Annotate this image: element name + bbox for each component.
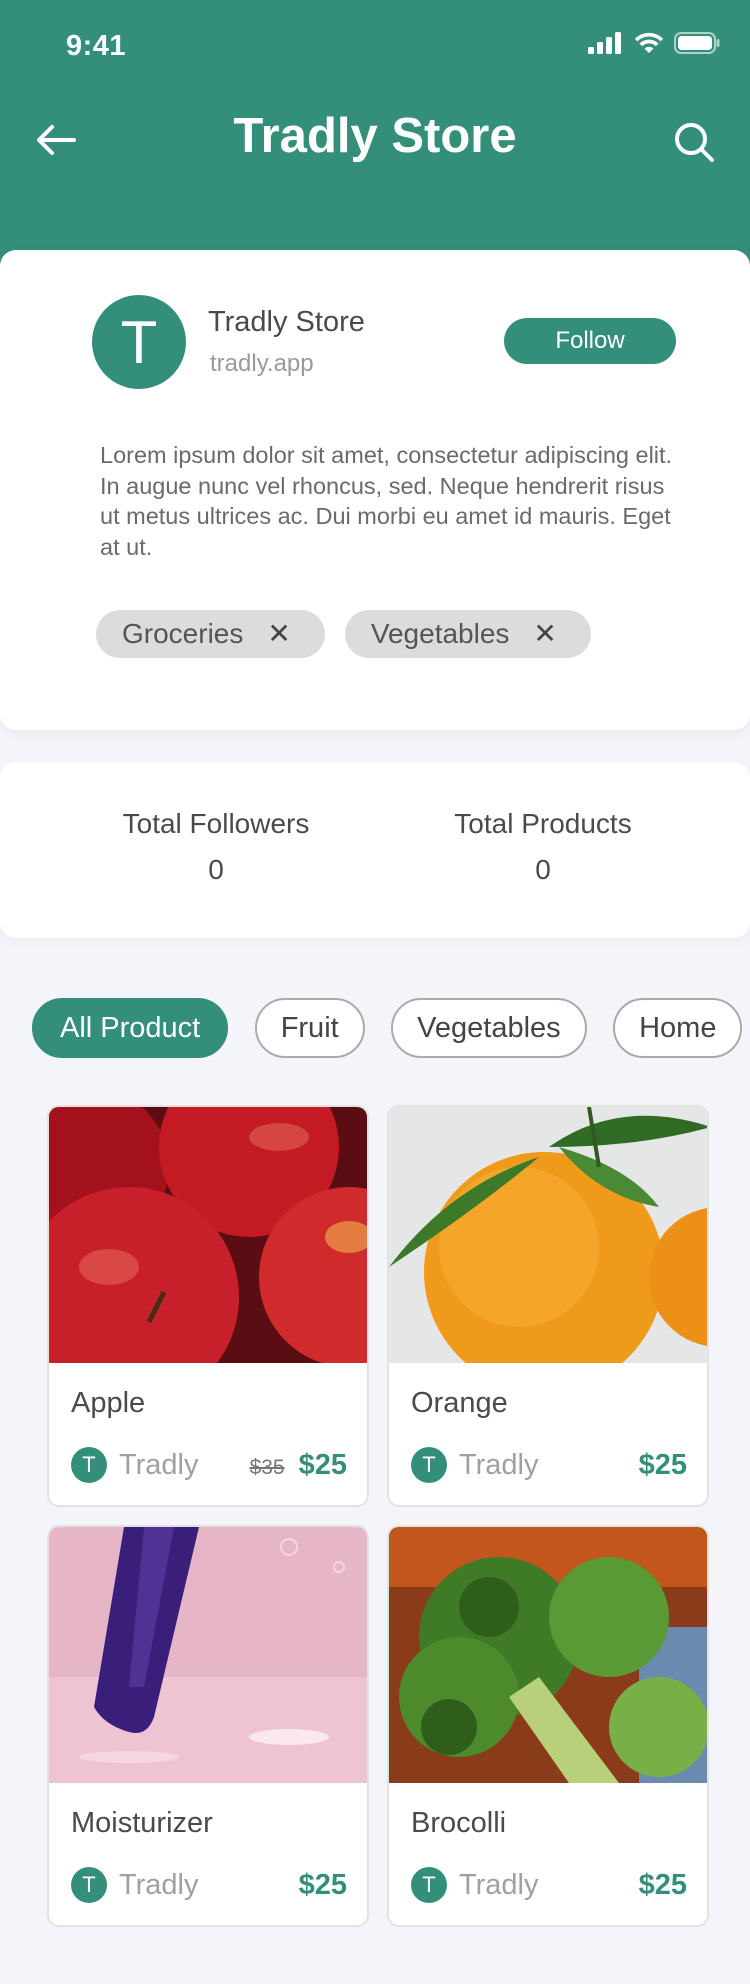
tag-label: Groceries <box>122 618 244 649</box>
product-seller: T Tradly <box>411 1447 539 1483</box>
product-card-apple[interactable]: Apple T Tradly $35 $25 <box>47 1105 369 1507</box>
seller-name: Tradly <box>119 1448 199 1481</box>
signal-icon <box>588 32 621 54</box>
product-prices: $25 <box>299 1869 347 1902</box>
search-button[interactable] <box>666 114 722 170</box>
nav-bar: Tradly Store <box>0 100 750 180</box>
status-icons <box>588 32 720 54</box>
product-prices: $25 <box>639 1869 687 1902</box>
product-seller: T Tradly <box>71 1447 199 1483</box>
product-price: $25 <box>638 1869 687 1901</box>
stat-value: 0 <box>535 854 551 885</box>
product-price: $25 <box>638 1449 687 1481</box>
wifi-icon <box>634 32 664 53</box>
product-seller: T Tradly <box>71 1867 199 1903</box>
seller-name: Tradly <box>459 1448 539 1481</box>
seller-name: Tradly <box>119 1868 199 1901</box>
seller-avatar: T <box>71 1867 107 1903</box>
store-description: Lorem ipsum dolor sit amet, consectetur … <box>100 442 673 560</box>
filter-chip-vegetables[interactable]: Vegetables <box>391 998 587 1058</box>
store-name: Tradly Store <box>208 306 365 338</box>
seller-name: Tradly <box>459 1868 539 1901</box>
tag-label: Vegetables <box>370 618 510 649</box>
product-card-brocolli[interactable]: Brocolli T Tradly $25 <box>387 1525 709 1927</box>
product-image-orange <box>389 1107 707 1363</box>
stat-value: 0 <box>208 854 224 885</box>
stat-total-followers: Total Followers 0 <box>80 808 352 886</box>
product-name: Orange <box>411 1387 508 1419</box>
product-card-orange[interactable]: Orange T Tradly $25 <box>387 1105 709 1507</box>
status-time: 9:41 <box>66 30 127 62</box>
product-prices: $25 <box>639 1449 687 1482</box>
status-bar: 9:41 <box>0 0 750 90</box>
seller-avatar: T <box>411 1867 447 1903</box>
stat-label: Total Products <box>454 808 632 839</box>
product-image-brocolli <box>389 1527 707 1783</box>
product-name: Moisturizer <box>71 1807 213 1839</box>
store-avatar: T <box>92 295 186 389</box>
stat-label: Total Followers <box>122 808 310 839</box>
filter-chip-all-product[interactable]: All Product <box>32 998 229 1058</box>
store-stats-card: Total Followers 0 Total Products 0 <box>0 762 750 938</box>
close-icon[interactable]: ✕ <box>267 620 290 648</box>
follow-button[interactable]: Follow <box>504 318 676 364</box>
close-icon[interactable]: ✕ <box>533 620 556 648</box>
filter-chip-home[interactable]: Home <box>613 998 743 1058</box>
product-seller: T Tradly <box>411 1867 539 1903</box>
product-name: Apple <box>71 1387 146 1419</box>
seller-avatar: T <box>411 1447 447 1483</box>
search-icon <box>675 123 714 162</box>
product-image-moisturizer <box>49 1527 367 1783</box>
tag-vegetables: Vegetables ✕ <box>344 610 591 658</box>
product-price: $25 <box>298 1449 347 1481</box>
product-price: $25 <box>298 1869 347 1901</box>
store-url: tradly.app <box>210 350 314 377</box>
product-image-apple <box>49 1107 367 1363</box>
product-card-moisturizer[interactable]: Moisturizer T Tradly $25 <box>47 1525 369 1927</box>
category-filter-row: All Product Fruit Vegetables Home <box>32 998 750 1058</box>
product-old-price: $35 <box>249 1456 285 1479</box>
product-name: Brocolli <box>411 1807 507 1839</box>
filter-chip-fruit[interactable]: Fruit <box>254 998 365 1058</box>
product-prices: $35 $25 <box>250 1449 347 1482</box>
seller-avatar: T <box>71 1447 107 1483</box>
page-title: Tradly Store <box>233 109 517 163</box>
battery-icon <box>674 32 720 54</box>
stat-total-products: Total Products 0 <box>410 808 676 886</box>
store-profile-card: T Tradly Store tradly.app Follow Lorem i… <box>0 250 750 730</box>
tag-groceries: Groceries ✕ <box>96 610 325 658</box>
store-tags: Groceries ✕ Vegetables ✕ <box>96 610 591 658</box>
